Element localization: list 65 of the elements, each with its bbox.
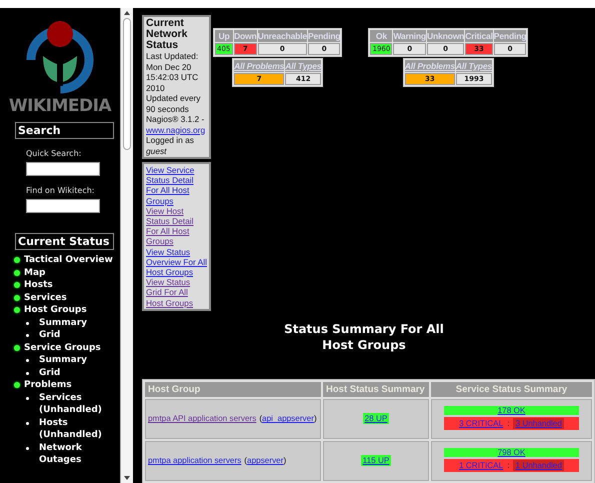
bullet-icon [26,359,29,362]
status-link[interactable]: View Host Status Detail For All Host Groups [146,206,207,247]
field-label: Quick Search: [26,149,82,158]
status-link[interactable]: View Service Status Detail For All Host Groups [146,165,207,206]
column-header: Host Status Summary [323,382,429,397]
status-dot [14,294,20,300]
column-header: Service Status Summary [431,382,592,397]
search-field[interactable] [26,199,100,213]
info-text: Updated every 90 seconds [146,93,202,114]
user-name: guest [146,146,168,156]
website-link[interactable]: www.nagios.org [146,124,206,134]
group-link[interactable]: pmtpa API application servers [148,414,256,424]
column-header: Host Group [145,382,321,397]
paren-text: ( [259,414,262,424]
paren-text: ( [244,456,248,466]
ok-status-link[interactable]: 798 OK [444,448,579,458]
paren-text: ) [283,456,286,466]
section-header: Current Status [15,233,114,250]
nav-link[interactable]: Summary [39,316,88,329]
status-dot [14,257,20,263]
bullet-icon [26,372,29,374]
bullet-icon [26,322,29,324]
bullet-icon [26,446,29,450]
status-dot [14,282,20,288]
nav-link[interactable]: Map [24,266,46,279]
nav-link[interactable]: Hosts [24,279,53,292]
nav-link[interactable]: Service Groups [24,342,101,354]
host-status-link[interactable]: 115 UP [360,455,392,466]
status-dot [14,344,20,350]
status-dot [14,307,20,313]
status-link[interactable]: View Status Grid For All Host Groups [146,277,207,308]
status-dot [14,382,20,388]
nav-link[interactable]: Network Outages [39,442,120,466]
logo-text: WIKIMEDIA [8,96,112,116]
nav-link[interactable]: Tactical Overview [24,254,113,266]
alias-link[interactable]: api_appserver [262,414,314,424]
info-text: Logged in as [146,135,195,146]
group-link[interactable]: pmtpa application servers [148,456,242,466]
status-link[interactable]: View Status Overview For All Host Groups [146,246,207,278]
search-field[interactable] [26,162,100,176]
page-heading: Status Summary For All Host Groups [283,320,445,353]
bullet-icon [26,422,29,424]
nav-link[interactable]: Grid [39,329,60,342]
info-text: Last Updated: Mon Dec 20 15:42:03 UTC 2010 [146,51,200,93]
panel-title: Current Network Status [146,18,188,51]
host-status-link[interactable]: 28 UP [362,413,390,424]
nav-link[interactable]: Services (Unhandled) [39,392,120,416]
section-header: Search [15,122,114,139]
ok-status-link[interactable]: 178 OK [444,406,579,416]
separator-text: : [507,461,510,470]
nav-link[interactable]: Hosts (Unhandled) [39,416,120,442]
bullet-icon [26,334,29,337]
nav-link[interactable]: Services [24,292,67,304]
nav-link[interactable]: Summary [39,354,88,366]
bullet-icon [26,396,29,400]
separator-text: : [507,419,510,428]
nav-link[interactable]: Problems [24,379,72,392]
nav-link[interactable]: Host Groups [24,304,87,316]
paren-text: ) [314,414,317,424]
info-text: Nagios® 3.1.2 - [146,114,206,124]
nav-link[interactable]: Grid [39,366,60,379]
scrollbar-thumb[interactable] [123,18,131,150]
field-label: Find on Wikitech: [26,186,96,195]
status-dot [14,270,20,276]
alias-link[interactable]: appserver [247,456,284,466]
